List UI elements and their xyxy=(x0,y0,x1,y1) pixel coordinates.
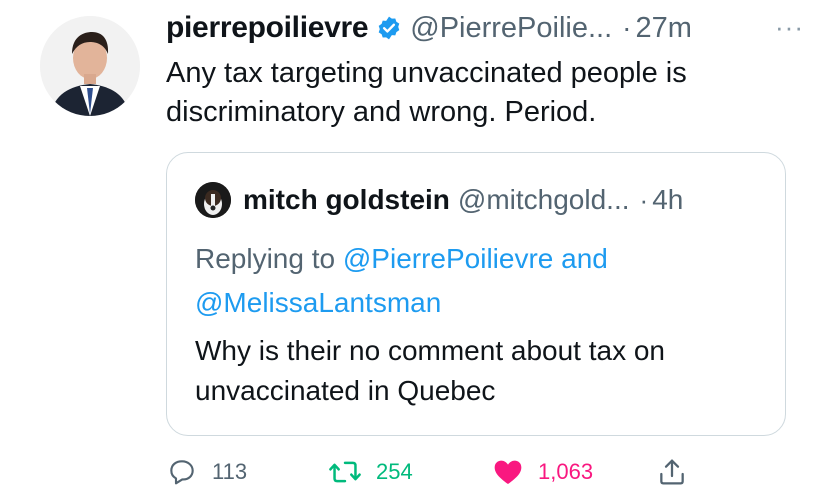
more-options-icon[interactable]: ··· xyxy=(775,12,804,43)
like-button[interactable]: 1,063 xyxy=(492,452,593,492)
header-separator: · xyxy=(622,12,632,43)
author-avatar-image xyxy=(40,16,140,116)
quoted-author-avatar xyxy=(195,182,231,218)
quoted-header-separator: · xyxy=(639,184,649,215)
author-handle[interactable]: @PierrePoilie... xyxy=(410,12,612,45)
tweet-text: Any tax targeting unvaccinated people is… xyxy=(166,57,687,128)
replying-to-prefix: Replying to xyxy=(195,243,336,274)
mention-link[interactable]: @PierrePoilievre xyxy=(343,243,554,274)
tweet-header: pierrepoilievre @PierrePoilie... · 27m ·… xyxy=(166,10,804,46)
replying-to-and: and xyxy=(561,243,608,274)
retweet-count: 254 xyxy=(376,459,413,484)
retweet-button[interactable]: 254 xyxy=(328,452,413,492)
author-display-name[interactable]: pierrepoilievre xyxy=(166,11,369,45)
quoted-tweet-timestamp: 4h xyxy=(652,184,684,215)
quoted-tweet-card[interactable]: mitch goldstein @mitchgold... · 4h Reply… xyxy=(166,152,786,436)
share-button[interactable] xyxy=(656,452,688,492)
author-avatar[interactable] xyxy=(40,16,140,116)
replying-to-line: Replying to @PierrePoilievre and @Meliss… xyxy=(195,237,755,325)
verified-badge-icon xyxy=(376,15,402,41)
quoted-author-display-name: mitch goldstein xyxy=(243,184,450,215)
like-count: 1,063 xyxy=(538,459,594,484)
reply-icon xyxy=(166,456,198,488)
tweet-action-bar: 113 254 1,063 xyxy=(166,452,726,492)
reply-count: 113 xyxy=(212,459,248,484)
quoted-author-handle: @mitchgold... xyxy=(457,184,630,215)
like-heart-icon xyxy=(492,456,524,488)
quoted-tweet-header: mitch goldstein @mitchgold... · 4h xyxy=(195,181,683,219)
quoted-tweet-text: Why is their no comment about tax on unv… xyxy=(195,335,665,406)
retweet-icon xyxy=(328,456,362,488)
tweet-timestamp[interactable]: 27m xyxy=(636,12,692,45)
share-icon xyxy=(656,456,688,488)
reply-button[interactable]: 113 xyxy=(166,452,247,492)
mention-link[interactable]: @MelissaLantsman xyxy=(195,287,441,318)
